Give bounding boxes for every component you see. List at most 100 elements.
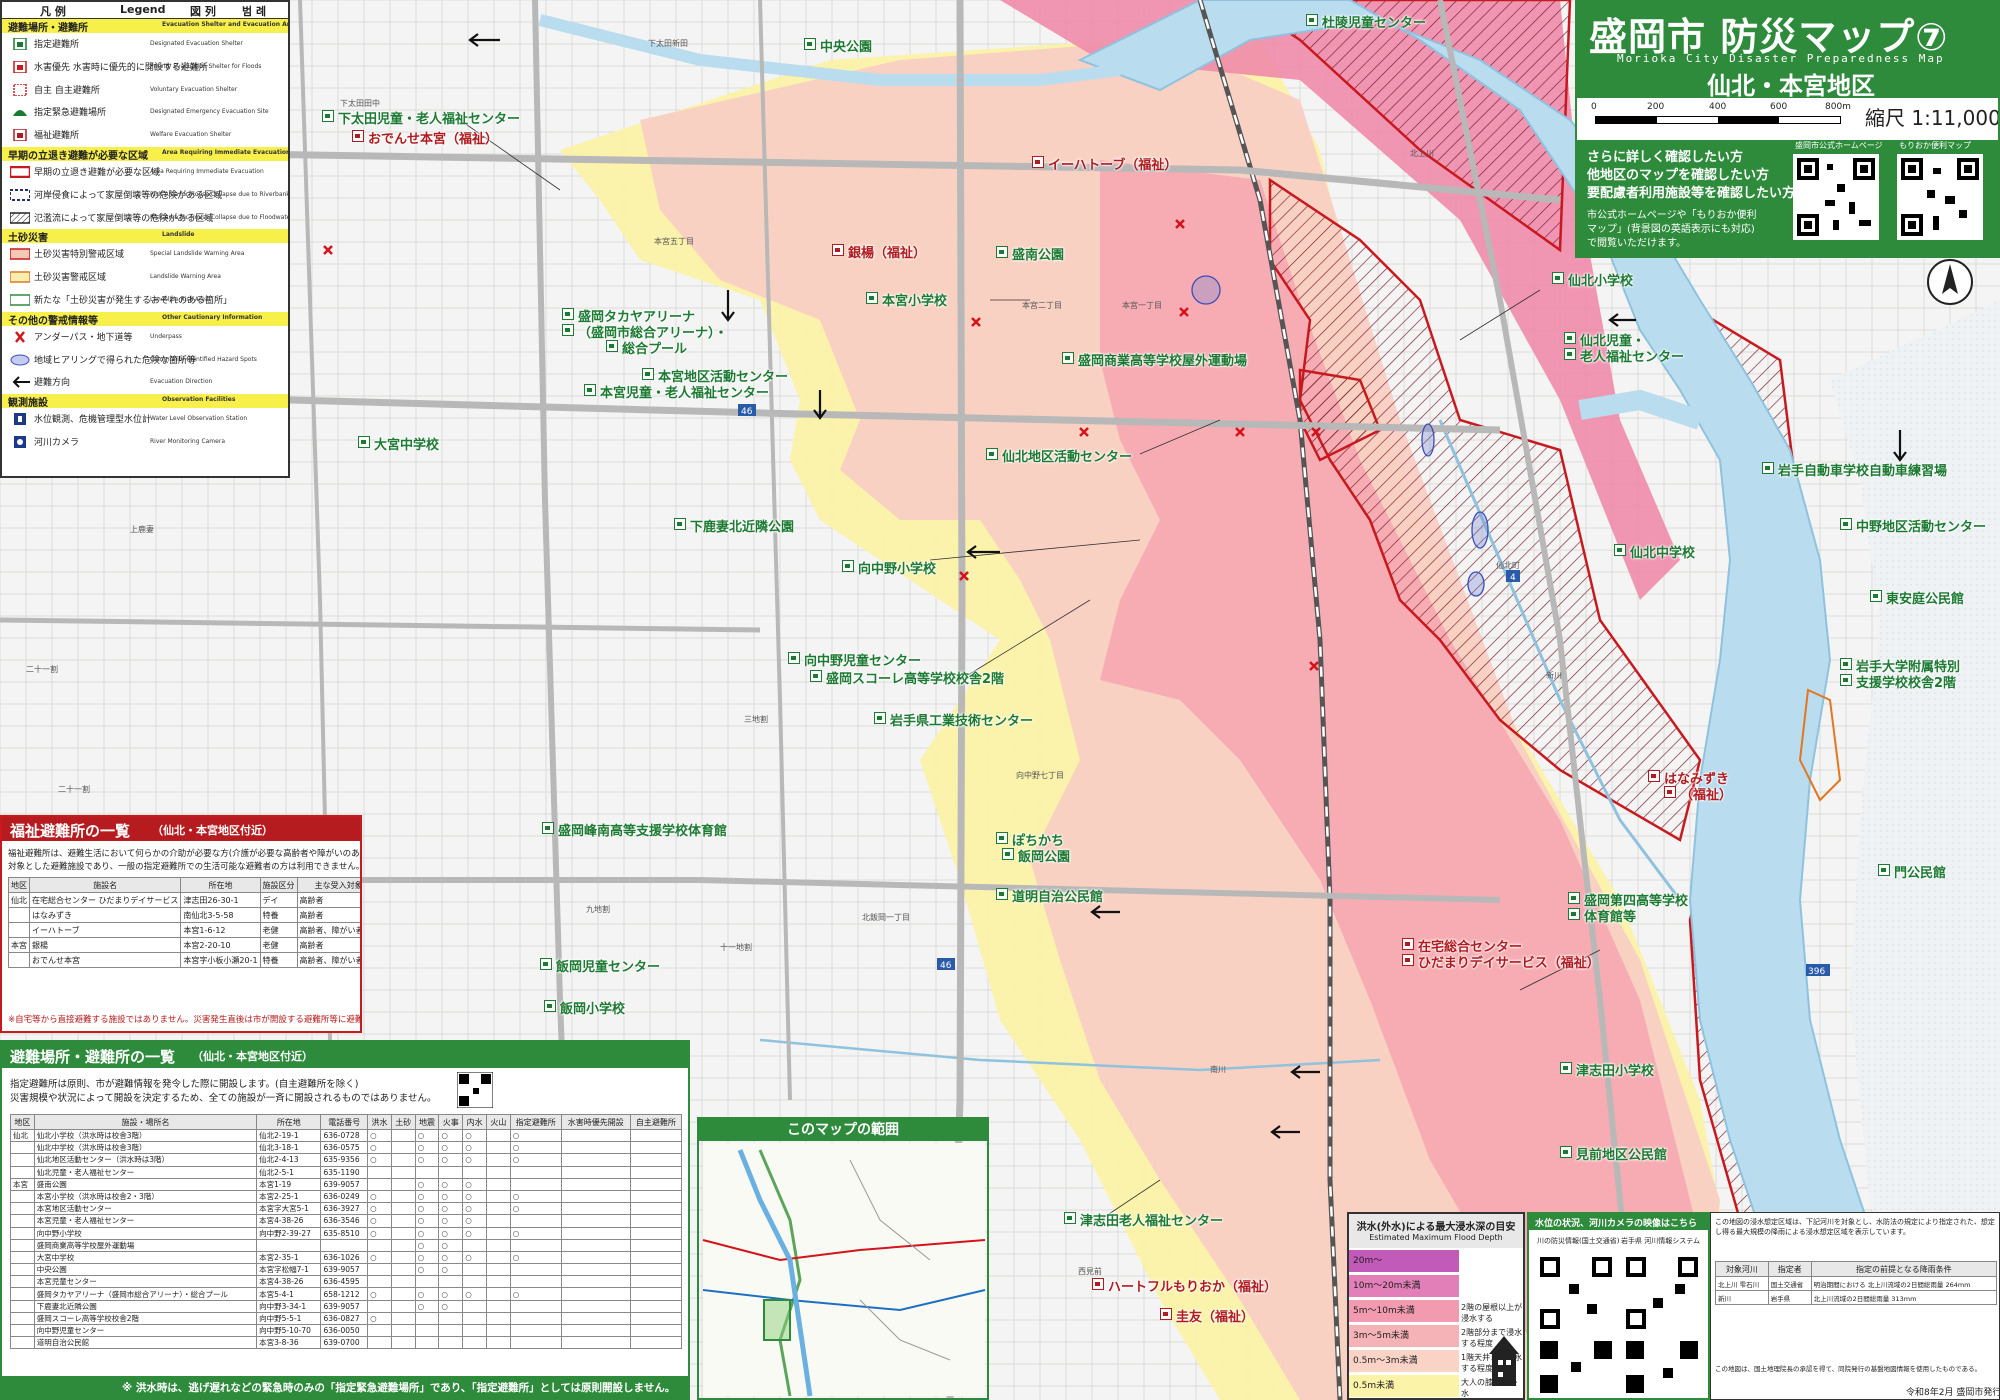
shelter-icon[interactable] [1878,864,1890,876]
map-label[interactable]: 向中野児童センター [804,650,921,669]
map-label[interactable]: 盛南公園 [1012,244,1064,263]
map-label[interactable]: おでんせ本宮（福祉） [368,128,498,147]
map-label[interactable]: 津志田小学校 [1576,1060,1654,1079]
shelter-icon[interactable] [996,832,1008,844]
map-label[interactable]: 盛岡峰南高等支援学校体育館 [558,820,727,839]
shelter-icon[interactable] [1840,518,1852,530]
map-label[interactable]: 盛岡商業高等学校屋外運動場 [1078,350,1247,369]
shelter-icon[interactable] [804,38,816,50]
shelter-icon[interactable] [1614,544,1626,556]
map-label[interactable]: 向中野小学校 [858,558,936,577]
shelter-icon[interactable] [996,888,1008,900]
shelter-icon[interactable] [1762,462,1774,474]
map-label[interactable]: 下鹿妻北近隣公園 [690,516,794,535]
map-label[interactable]: 中野地区活動センター [1856,516,1986,535]
shelter-icon[interactable] [1402,954,1414,966]
map-label[interactable]: 支援学校校舎2階 [1856,672,1956,691]
shelter-icon[interactable] [1870,590,1882,602]
qr-code-icon[interactable] [457,1072,493,1108]
shelter-icon[interactable] [810,670,822,682]
shelter-icon[interactable] [874,712,886,724]
shelter-icon[interactable] [1560,1146,1572,1158]
map-label[interactable]: 圭友（福祉） [1176,1306,1254,1325]
shelter-icon[interactable] [986,448,998,460]
shelter-icon[interactable] [542,822,554,834]
shelter-icon[interactable] [352,130,364,142]
shelter-icon[interactable] [1568,908,1580,920]
map-label[interactable]: 仙北中学校 [1630,542,1695,561]
shelter-icon[interactable] [1306,14,1318,26]
shelter-icon[interactable] [540,958,552,970]
shelter-icon[interactable] [358,436,370,448]
map-label[interactable]: ひだまりデイサービス（福祉） [1418,952,1600,971]
map-label[interactable]: 老人福祉センター [1580,346,1684,365]
map-label[interactable]: 総合プール [622,338,687,357]
table-cell: はなみずき [28,907,182,923]
map-label[interactable]: 飯岡児童センター [556,956,660,975]
shelter-icon[interactable] [1002,848,1014,860]
shelter-icon[interactable] [1568,892,1580,904]
map-label[interactable]: 銀楊（福祉） [848,242,926,261]
table-cell [485,1177,511,1191]
map-label[interactable]: 見前地区公民館 [1576,1144,1667,1163]
shelter-icon[interactable] [1564,332,1576,344]
shelter-icon[interactable] [584,384,596,396]
qr-code-icon[interactable] [1793,154,1879,240]
map-label[interactable]: （福祉） [1680,784,1732,803]
qr-code-icon[interactable] [1623,1254,1701,1332]
shelter-icon[interactable] [832,244,844,256]
map-label[interactable]: 盛岡スコーレ高等学校校舎2階 [826,668,1004,687]
shelter-icon[interactable] [642,368,654,380]
shelter-icon[interactable] [1092,1278,1104,1290]
shelter-icon[interactable] [996,246,1008,258]
map-label[interactable]: 門公民館 [1894,862,1946,881]
shelter-icon[interactable] [1560,1062,1572,1074]
map-label[interactable]: 体育館等 [1584,906,1636,925]
map-label[interactable]: 飯岡小学校 [560,998,625,1017]
map-label[interactable]: 大宮中学校 [374,434,439,453]
map-label[interactable]: イーハトーブ（福祉） [1048,154,1177,173]
shelter-icon[interactable] [788,652,800,664]
shelter-icon[interactable] [1062,352,1074,364]
qr-label: もりおか便利マップ [1899,141,1971,150]
shelter-icon[interactable] [842,560,854,572]
shelter-icon[interactable] [866,292,878,304]
map-label[interactable]: ハートフルもりおか（福祉） [1108,1276,1277,1295]
map-label[interactable]: 東安庭公民館 [1886,588,1964,607]
shelter-icon[interactable] [606,340,618,352]
shelter-icon[interactable] [1402,938,1414,950]
qr-code-icon[interactable] [1537,1338,1615,1396]
shelter-icon[interactable] [562,324,574,336]
shelter-icon[interactable] [1160,1308,1172,1320]
map-label[interactable]: 仙北小学校 [1568,270,1633,289]
shelter-icon[interactable] [1648,770,1660,782]
shelter-icon[interactable] [1552,272,1564,284]
town-label: 二十一割 [58,785,90,794]
shelter-icon[interactable] [322,110,334,122]
map-label[interactable]: 道明自治公民館 [1012,886,1103,905]
map-label[interactable]: 津志田老人福祉センター [1080,1210,1223,1229]
shelter-icon[interactable] [1564,348,1576,360]
map-label[interactable]: 飯岡公園 [1018,846,1070,865]
shelter-icon[interactable] [1064,1212,1076,1224]
map-label[interactable]: 岩手自動車学校自動車練習場 [1778,460,1947,479]
shelter-icon[interactable] [1032,156,1044,168]
map-label[interactable]: 中央公園 [820,36,872,55]
map-label[interactable]: 仙北地区活動センター [1002,446,1132,465]
qr-code-icon[interactable] [1623,1338,1701,1396]
shelter-icon[interactable] [562,308,574,320]
map-label[interactable]: 本宮小学校 [882,290,947,309]
map-label[interactable]: 下太田児童・老人福祉センター [338,108,520,127]
shelter-icon[interactable] [1840,658,1852,670]
shelter-icon[interactable] [1664,786,1676,798]
qr-code-icon[interactable] [1537,1254,1615,1332]
legend-item: 水害優先 水害時に優先的に開設する避難所 Priority Evacuation … [2,56,288,79]
map-label[interactable]: 岩手県工業技術センター [890,710,1033,729]
town-label: 十一地割 [720,943,752,952]
qr-code-icon[interactable] [1897,154,1983,240]
map-label[interactable]: 本宮児童・老人福祉センター [600,382,769,401]
map-label[interactable]: 杜陵児童センター [1322,12,1426,31]
shelter-icon[interactable] [674,518,686,530]
shelter-icon[interactable] [1840,674,1852,686]
shelter-icon[interactable] [544,1000,556,1012]
